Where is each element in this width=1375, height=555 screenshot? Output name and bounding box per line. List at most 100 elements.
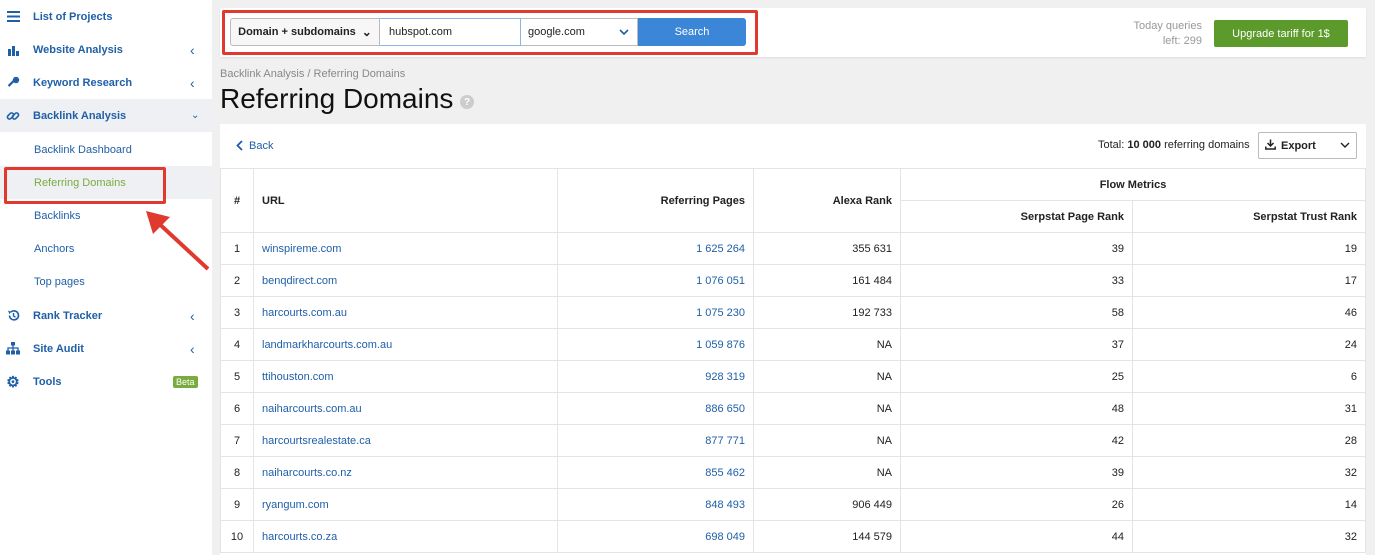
row-index: 6 bbox=[220, 392, 254, 425]
export-label: Export bbox=[1281, 139, 1316, 152]
chevron-down-icon: ⌄ bbox=[191, 110, 200, 121]
domain-link[interactable]: benqdirect.com bbox=[262, 275, 337, 287]
sidebar-subitem-backlink-dashboard[interactable]: Backlink Dashboard bbox=[0, 133, 212, 166]
breadcrumb: Backlink Analysis / Referring Domains bbox=[220, 68, 406, 80]
row-trust-rank: 32 bbox=[1132, 520, 1366, 553]
table-row: 10 harcourts.co.za 698 049 144 579 44 32 bbox=[220, 520, 1366, 553]
domain-link[interactable]: ryangum.com bbox=[262, 499, 329, 511]
history-icon bbox=[6, 309, 20, 323]
sidebar-item-tools[interactable]: ⚙ Tools Beta bbox=[0, 365, 212, 398]
sidebar-item-list-of-projects[interactable]: List of Projects bbox=[0, 0, 212, 33]
menu-icon bbox=[6, 10, 20, 24]
domain-link[interactable]: harcourtsrealestate.ca bbox=[262, 435, 371, 447]
analytics-icon bbox=[6, 43, 20, 57]
sidebar-subitem-label: Anchors bbox=[34, 242, 75, 255]
row-referring-pages[interactable]: 928 319 bbox=[557, 360, 754, 393]
row-page-rank: 39 bbox=[900, 456, 1133, 489]
row-url[interactable]: ttihouston.com bbox=[253, 360, 558, 393]
sidebar: List of Projects Website Analysis ‹ Keyw… bbox=[0, 0, 212, 555]
row-referring-pages[interactable]: 877 771 bbox=[557, 424, 754, 457]
row-alexa-rank: NA bbox=[753, 360, 901, 393]
row-referring-pages[interactable]: 855 462 bbox=[557, 456, 754, 489]
column-header-alexa-rank[interactable]: Alexa Rank bbox=[753, 168, 901, 233]
domain-link[interactable]: landmarkharcourts.com.au bbox=[262, 339, 392, 351]
row-page-rank: 44 bbox=[900, 520, 1133, 553]
chevron-down-icon bbox=[1340, 140, 1350, 151]
column-header-flow-metrics: Flow Metrics bbox=[900, 168, 1366, 201]
row-url[interactable]: naiharcourts.co.nz bbox=[253, 456, 558, 489]
sidebar-item-keyword-research[interactable]: Keyword Research ‹ bbox=[0, 66, 212, 99]
sidebar-item-label: Keyword Research bbox=[33, 76, 133, 89]
sidebar-item-site-audit[interactable]: Site Audit ‹ bbox=[0, 332, 212, 365]
export-button[interactable]: Export bbox=[1258, 132, 1357, 159]
annotation-highlight-box bbox=[4, 167, 166, 204]
row-trust-rank: 17 bbox=[1132, 264, 1366, 297]
sidebar-item-label: List of Projects bbox=[33, 10, 113, 23]
total-suffix: referring domains bbox=[1161, 139, 1250, 151]
row-trust-rank: 19 bbox=[1132, 232, 1366, 265]
column-header-url[interactable]: URL bbox=[253, 168, 558, 233]
row-page-rank: 42 bbox=[900, 424, 1133, 457]
row-url[interactable]: naiharcourts.com.au bbox=[253, 392, 558, 425]
table-row: 5 ttihouston.com 928 319 NA 25 6 bbox=[220, 360, 1366, 393]
row-referring-pages[interactable]: 1 625 264 bbox=[557, 232, 754, 265]
table-row: 1 winspireme.com 1 625 264 355 631 39 19 bbox=[220, 232, 1366, 265]
chevron-left-icon: ‹ bbox=[190, 41, 195, 58]
row-url[interactable]: landmarkharcourts.com.au bbox=[253, 328, 558, 361]
domain-link[interactable]: winspireme.com bbox=[262, 243, 341, 255]
row-url[interactable]: harcourtsrealestate.ca bbox=[253, 424, 558, 457]
row-url[interactable]: harcourts.com.au bbox=[253, 296, 558, 329]
row-url[interactable]: harcourts.co.za bbox=[253, 520, 558, 553]
domain-link[interactable]: naiharcourts.co.nz bbox=[262, 467, 352, 479]
row-referring-pages[interactable]: 1 059 876 bbox=[557, 328, 754, 361]
row-url[interactable]: benqdirect.com bbox=[253, 264, 558, 297]
referring-domains-table: # URL Referring Pages Alexa Rank Flow Me… bbox=[220, 168, 1366, 553]
sidebar-item-backlink-analysis[interactable]: Backlink Analysis ⌄ bbox=[0, 99, 212, 132]
row-alexa-rank: 144 579 bbox=[753, 520, 901, 553]
row-referring-pages[interactable]: 1 076 051 bbox=[557, 264, 754, 297]
row-url[interactable]: ryangum.com bbox=[253, 488, 558, 521]
column-header-page-rank[interactable]: Serpstat Page Rank bbox=[900, 200, 1133, 233]
domain-link[interactable]: harcourts.com.au bbox=[262, 307, 347, 319]
row-trust-rank: 28 bbox=[1132, 424, 1366, 457]
row-referring-pages[interactable]: 886 650 bbox=[557, 392, 754, 425]
chevron-left-icon: ‹ bbox=[190, 340, 195, 357]
sidebar-item-rank-tracker[interactable]: Rank Tracker ‹ bbox=[0, 299, 212, 332]
table-row: 2 benqdirect.com 1 076 051 161 484 33 17 bbox=[220, 264, 1366, 297]
row-referring-pages[interactable]: 698 049 bbox=[557, 520, 754, 553]
row-trust-rank: 32 bbox=[1132, 456, 1366, 489]
row-page-rank: 48 bbox=[900, 392, 1133, 425]
domain-link[interactable]: naiharcourts.com.au bbox=[262, 403, 362, 415]
row-page-rank: 39 bbox=[900, 232, 1133, 265]
upgrade-button[interactable]: Upgrade tariff for 1$ bbox=[1214, 20, 1348, 47]
row-alexa-rank: NA bbox=[753, 392, 901, 425]
domain-link[interactable]: ttihouston.com bbox=[262, 371, 334, 383]
row-trust-rank: 31 bbox=[1132, 392, 1366, 425]
row-url[interactable]: winspireme.com bbox=[253, 232, 558, 265]
row-page-rank: 26 bbox=[900, 488, 1133, 521]
row-alexa-rank: 192 733 bbox=[753, 296, 901, 329]
row-referring-pages[interactable]: 1 075 230 bbox=[557, 296, 754, 329]
table-row: 3 harcourts.com.au 1 075 230 192 733 58 46 bbox=[220, 296, 1366, 329]
row-index: 8 bbox=[220, 456, 254, 489]
page-title: Referring Domains bbox=[220, 83, 454, 114]
column-header-referring-pages[interactable]: Referring Pages bbox=[557, 168, 754, 233]
column-header-trust-rank[interactable]: Serpstat Trust Rank bbox=[1132, 200, 1366, 233]
sidebar-item-label: Backlink Analysis bbox=[33, 109, 127, 122]
total-number: 10 000 bbox=[1127, 139, 1162, 151]
back-link[interactable]: Back bbox=[236, 138, 273, 154]
row-referring-pages[interactable]: 848 493 bbox=[557, 488, 754, 521]
sidebar-item-website-analysis[interactable]: Website Analysis ‹ bbox=[0, 33, 212, 66]
row-alexa-rank: 355 631 bbox=[753, 232, 901, 265]
domain-link[interactable]: harcourts.co.za bbox=[262, 531, 337, 543]
column-header-index: # bbox=[220, 168, 254, 233]
chevron-left-icon: ‹ bbox=[190, 307, 195, 324]
back-label: Back bbox=[249, 140, 274, 152]
sidebar-item-label: Website Analysis bbox=[33, 43, 123, 56]
table-row: 6 naiharcourts.com.au 886 650 NA 48 31 bbox=[220, 392, 1366, 425]
chevron-left-icon bbox=[236, 138, 243, 154]
queries-count: left: 299 bbox=[1162, 35, 1202, 47]
sidebar-item-label: Tools bbox=[33, 375, 62, 388]
row-trust-rank: 24 bbox=[1132, 328, 1366, 361]
help-icon[interactable]: ? bbox=[460, 95, 474, 109]
